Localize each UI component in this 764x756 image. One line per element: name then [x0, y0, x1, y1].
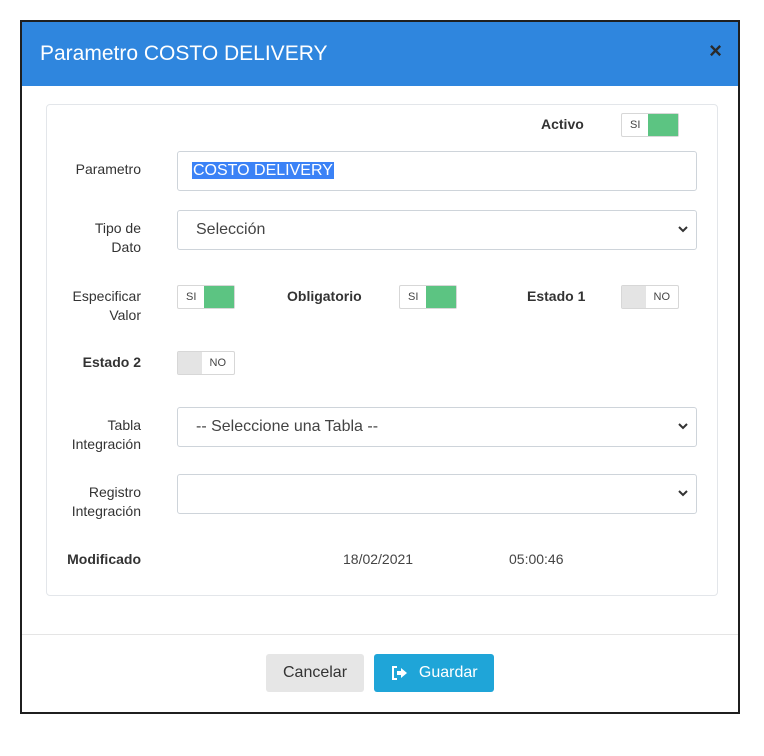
registro-integracion-label-line2: Integración: [71, 503, 141, 519]
especificar-valor-toggle-text: SI: [186, 291, 197, 303]
obligatorio-toggle[interactable]: SI: [399, 285, 457, 309]
activo-toggle-text: SI: [630, 119, 641, 131]
estado1-label: Estado 1: [527, 288, 586, 304]
estado2-toggle[interactable]: NO: [177, 351, 235, 375]
tipo-dato-label-line2: Dato: [111, 239, 141, 255]
estado1-toggle-text: NO: [653, 291, 671, 303]
toggle-knob: [178, 352, 202, 374]
especificar-valor-toggle[interactable]: SI: [177, 285, 235, 309]
tabla-integracion-select[interactable]: -- Seleccione una Tabla --: [177, 407, 697, 447]
chevron-down-icon: [678, 226, 688, 233]
parametro-input[interactable]: COSTO DELIVERY: [177, 151, 697, 191]
registro-integracion-select[interactable]: [177, 474, 697, 514]
save-button[interactable]: Guardar: [374, 654, 494, 692]
registro-integracion-label: Registro Integración: [53, 483, 141, 521]
modal-dialog: Parametro COSTO DELIVERY × Activo SI Par…: [20, 20, 740, 714]
toggle-knob: [426, 286, 456, 308]
form-card: Activo SI Parametro COSTO DELIVERY Tipo …: [46, 104, 718, 596]
cancel-button[interactable]: Cancelar: [266, 654, 364, 692]
save-icon: [392, 666, 408, 680]
activo-label: Activo: [541, 116, 584, 132]
chevron-down-icon: [678, 490, 688, 497]
modal-title: Parametro COSTO DELIVERY: [40, 42, 328, 65]
tabla-integracion-label-line1: Tabla: [107, 417, 141, 433]
estado1-toggle[interactable]: NO: [621, 285, 679, 309]
estado2-toggle-text: NO: [209, 357, 227, 369]
chevron-down-icon: [678, 423, 688, 430]
tipo-dato-select[interactable]: Selección: [177, 210, 697, 250]
modal-header: Parametro COSTO DELIVERY ×: [22, 22, 738, 86]
tabla-integracion-value: -- Seleccione una Tabla --: [196, 418, 379, 435]
obligatorio-label: Obligatorio: [287, 288, 362, 304]
toggle-knob: [204, 286, 234, 308]
tipo-dato-label-line1: Tipo de: [94, 220, 141, 236]
estado2-label: Estado 2: [82, 354, 141, 370]
registro-integracion-label-line1: Registro: [88, 484, 141, 500]
obligatorio-toggle-text: SI: [408, 291, 419, 303]
close-icon[interactable]: ×: [709, 40, 722, 62]
tipo-dato-label: Tipo de Dato: [69, 219, 141, 257]
modificado-label: Modificado: [67, 551, 141, 567]
save-button-label: Guardar: [418, 664, 478, 681]
toggle-knob: [622, 286, 646, 308]
parametro-label: Parametro: [75, 161, 141, 177]
tipo-dato-value: Selección: [196, 221, 266, 238]
footer-divider: [22, 634, 738, 635]
modificado-time: 05:00:46: [509, 551, 564, 567]
toggle-knob: [648, 114, 678, 136]
tabla-integracion-label: Tabla Integración: [53, 416, 141, 454]
modificado-date: 18/02/2021: [343, 551, 414, 567]
especificar-valor-label: Especificar Valor: [53, 287, 141, 325]
parametro-value: COSTO DELIVERY: [192, 162, 334, 179]
especificar-valor-label-line1: Especificar: [72, 288, 141, 304]
activo-toggle[interactable]: SI: [621, 113, 679, 137]
tabla-integracion-label-line2: Integración: [71, 436, 141, 452]
especificar-valor-label-line2: Valor: [109, 307, 141, 323]
